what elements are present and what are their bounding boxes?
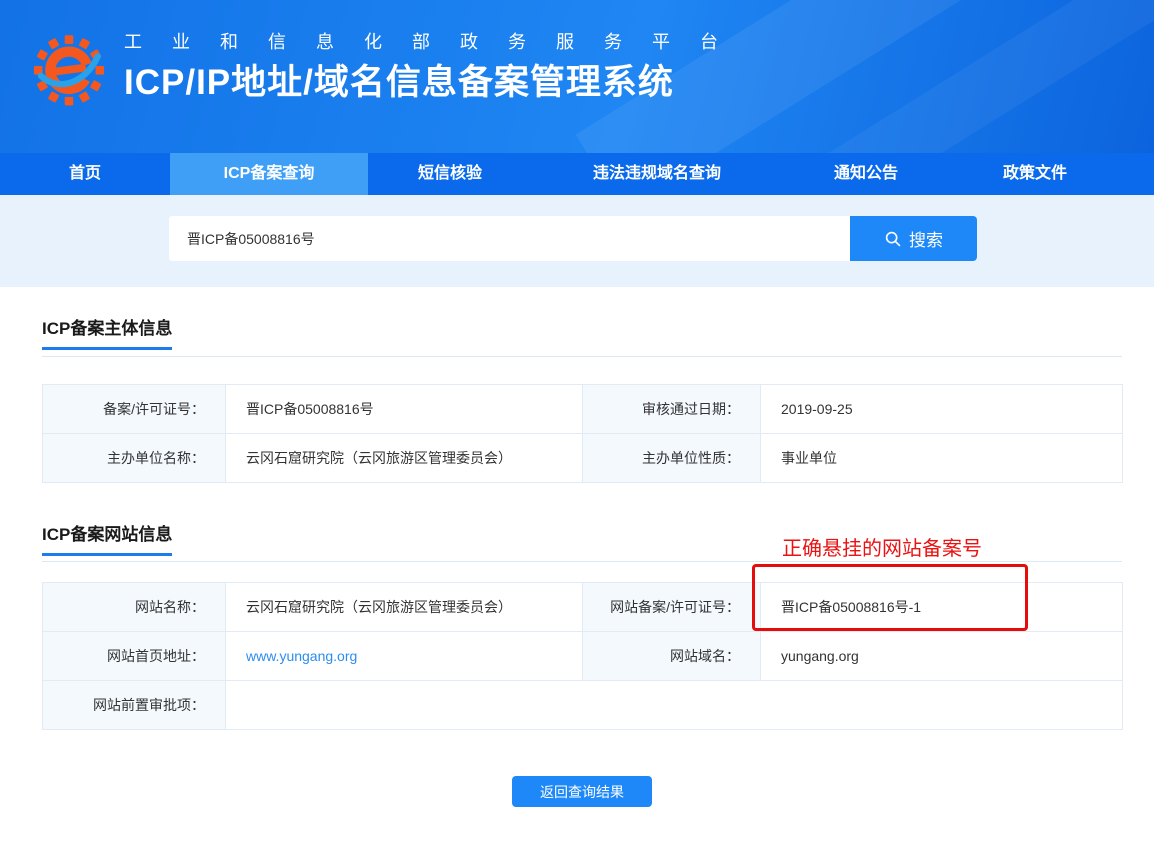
pre-approval-value xyxy=(226,681,1123,730)
site-license-label: 网站备案/许可证号： xyxy=(583,583,761,632)
home-url-link[interactable]: www.yungang.org xyxy=(246,648,357,664)
annotation-correct-site-license: 正确悬挂的网站备案号 xyxy=(782,532,982,561)
section-divider xyxy=(42,356,1122,357)
nav-tab-sms-verification[interactable]: 短信核验 xyxy=(368,153,532,195)
section-divider xyxy=(42,561,1122,562)
org-name-value: 云冈石窟研究院（云冈旅游区管理委员会） xyxy=(226,434,583,483)
site-name-value: 云冈石窟研究院（云冈旅游区管理委员会） xyxy=(226,583,583,632)
nav-tab-notices[interactable]: 通知公告 xyxy=(782,153,950,195)
miit-gear-e-logo-icon xyxy=(30,28,108,108)
license-number-value: 晋ICP备05008816号 xyxy=(226,385,583,434)
site-name-label: 网站名称： xyxy=(43,583,226,632)
approve-date-label: 审核通过日期： xyxy=(583,385,761,434)
search-button-label: 搜索 xyxy=(909,226,943,251)
pre-approval-label: 网站前置审批项： xyxy=(43,681,226,730)
magnifier-icon xyxy=(884,230,902,248)
org-nature-label: 主办单位性质： xyxy=(583,434,761,483)
approve-date-value: 2019-09-25 xyxy=(761,385,1123,434)
page: 工业和信息化部政务服务平台 ICP/IP地址/域名信息备案管理系统 首页 ICP… xyxy=(0,0,1154,848)
table-row: 网站名称： 云冈石窟研究院（云冈旅游区管理委员会） 网站备案/许可证号： 晋IC… xyxy=(43,583,1123,632)
search-input[interactable] xyxy=(169,216,850,261)
subject-section-title: ICP备案主体信息 xyxy=(42,318,172,350)
main-nav: 首页 ICP备案查询 短信核验 违法违规域名查询 通知公告 政策文件 xyxy=(0,153,1154,195)
license-number-label: 备案/许可证号： xyxy=(43,385,226,434)
website-info-section: ICP备案网站信息 正确悬挂的网站备案号 网站名称： 云冈石窟研究院（云冈旅游区… xyxy=(42,483,1122,730)
site-header: 工业和信息化部政务服务平台 ICP/IP地址/域名信息备案管理系统 xyxy=(0,0,1154,153)
nav-tab-home[interactable]: 首页 xyxy=(0,153,170,195)
org-name-label: 主办单位名称： xyxy=(43,434,226,483)
table-row: 网站前置审批项： xyxy=(43,681,1123,730)
search-button[interactable]: 搜索 xyxy=(850,216,977,261)
subject-info-section: ICP备案主体信息 备案/许可证号： 晋ICP备05008816号 审核通过日期… xyxy=(42,287,1122,483)
domain-label: 网站域名： xyxy=(583,632,761,681)
main-content: ICP备案主体信息 备案/许可证号： 晋ICP备05008816号 审核通过日期… xyxy=(42,287,1122,807)
nav-tab-illegal-domain-query[interactable]: 违法违规域名查询 xyxy=(532,153,782,195)
nav-tab-icp-record-query[interactable]: ICP备案查询 xyxy=(170,153,368,195)
subject-info-table: 备案/许可证号： 晋ICP备05008816号 审核通过日期： 2019-09-… xyxy=(42,384,1123,483)
site-license-value: 晋ICP备05008816号-1 xyxy=(761,583,1123,632)
table-row: 网站首页地址： www.yungang.org 网站域名： yungang.or… xyxy=(43,632,1123,681)
back-to-results-button[interactable]: 返回查询结果 xyxy=(512,776,652,807)
table-row: 备案/许可证号： 晋ICP备05008816号 审核通过日期： 2019-09-… xyxy=(43,385,1123,434)
nav-tab-policy-documents[interactable]: 政策文件 xyxy=(950,153,1120,195)
website-section-title: ICP备案网站信息 xyxy=(42,524,172,556)
platform-name: 工业和信息化部政务服务平台 xyxy=(124,33,748,51)
search-section: 搜索 xyxy=(0,195,1154,287)
org-nature-value: 事业单位 xyxy=(761,434,1123,483)
website-info-table: 网站名称： 云冈石窟研究院（云冈旅游区管理委员会） 网站备案/许可证号： 晋IC… xyxy=(42,582,1123,730)
domain-value: yungang.org xyxy=(761,632,1123,681)
system-title: ICP/IP地址/域名信息备案管理系统 xyxy=(124,63,748,103)
home-url-label: 网站首页地址： xyxy=(43,632,226,681)
table-row: 主办单位名称： 云冈石窟研究院（云冈旅游区管理委员会） 主办单位性质： 事业单位 xyxy=(43,434,1123,483)
